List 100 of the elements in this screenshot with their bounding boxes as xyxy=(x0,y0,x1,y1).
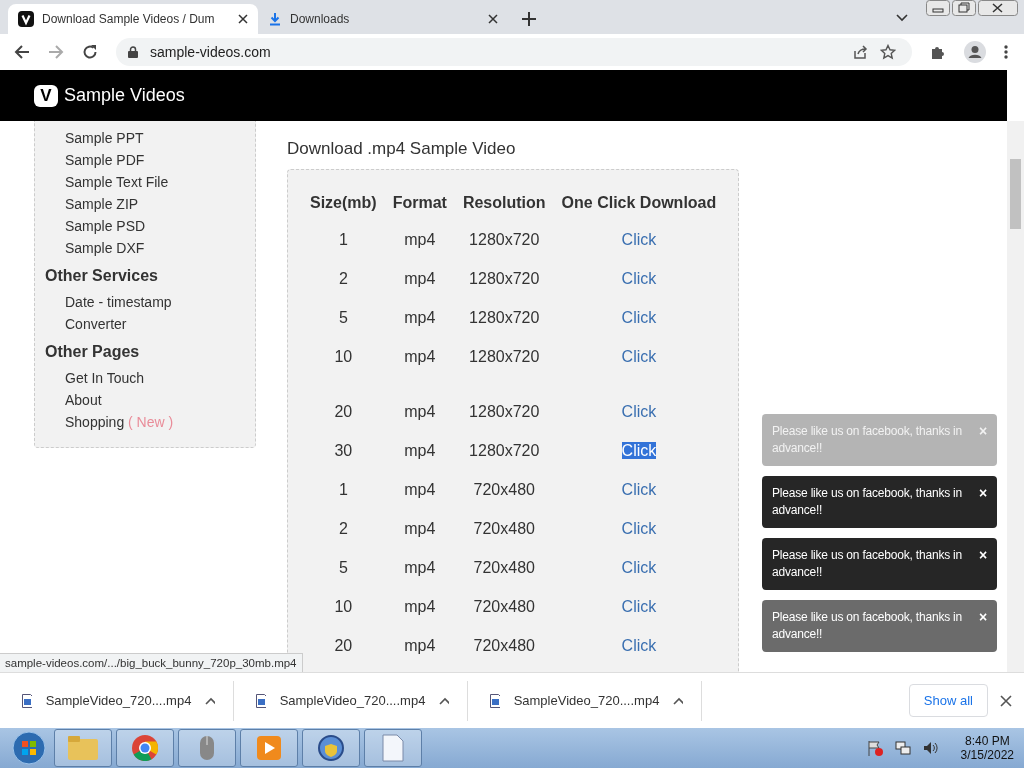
table-cell: mp4 xyxy=(404,636,436,654)
site-name[interactable]: Sample Videos xyxy=(64,85,185,106)
close-icon[interactable] xyxy=(488,14,498,24)
sidebar-link[interactable]: Sample Text File xyxy=(65,174,169,190)
puzzle-icon[interactable] xyxy=(930,44,946,60)
table-cell: 20 xyxy=(334,636,353,654)
close-button[interactable]: × xyxy=(979,547,987,581)
download-item[interactable]: SampleVideo_720....mp4 xyxy=(0,680,234,721)
sidebar-link[interactable]: About xyxy=(65,392,102,408)
table-cell: 720x480 xyxy=(473,558,535,576)
download-item[interactable]: SampleVideo_720....mp4 xyxy=(234,680,468,721)
sidebar-link[interactable]: Sample PDF xyxy=(65,152,145,168)
download-link[interactable]: Click xyxy=(621,347,657,365)
caret-up-icon[interactable] xyxy=(673,696,683,705)
table-cell: 1280x720 xyxy=(469,230,540,248)
share-icon[interactable] xyxy=(852,44,868,60)
sidebar-link[interactable]: Sample PPT xyxy=(65,130,144,146)
table-cell: 5 xyxy=(338,558,348,576)
close-icon[interactable] xyxy=(1000,694,1012,707)
table-cell: mp4 xyxy=(404,597,436,615)
sidebar-link[interactable]: Date - timestamp xyxy=(65,294,172,310)
download-link[interactable]: Click xyxy=(621,636,657,654)
column-header: Size(mb) xyxy=(309,193,378,213)
flag-icon[interactable] xyxy=(866,740,883,756)
close-icon[interactable] xyxy=(978,0,1018,16)
globe-shield-icon[interactable] xyxy=(317,734,345,762)
table-cell: 1280x720 xyxy=(469,402,540,420)
download-link[interactable]: Click xyxy=(621,441,657,459)
scrollbar[interactable] xyxy=(1007,121,1024,672)
close-button[interactable]: × xyxy=(979,609,987,643)
site-logo-icon xyxy=(18,11,34,27)
sidebar-link[interactable]: Shopping xyxy=(65,414,125,430)
table-cell: 1280x720 xyxy=(469,441,540,459)
download-link[interactable]: Click xyxy=(621,597,657,615)
table-cell: 720x480 xyxy=(473,480,535,498)
table-cell: mp4 xyxy=(404,558,436,576)
sidebar-link[interactable]: Sample PSD xyxy=(65,218,146,234)
address-bar[interactable]: sample-videos.com xyxy=(116,38,912,66)
download-link[interactable]: Click xyxy=(621,480,657,498)
download-item[interactable]: SampleVideo_720....mp4 xyxy=(468,680,702,721)
reload-icon[interactable] xyxy=(82,44,98,60)
profile-icon[interactable] xyxy=(964,41,986,63)
minimize-icon[interactable] xyxy=(926,0,950,16)
file-icon xyxy=(22,693,32,708)
close-button[interactable]: × xyxy=(979,485,987,519)
table-cell: mp4 xyxy=(404,480,436,498)
table-cell: 2 xyxy=(338,269,348,287)
sidebar-link[interactable]: Sample DXF xyxy=(65,240,145,256)
column-header: One Click Download xyxy=(560,193,718,213)
table-cell: mp4 xyxy=(404,441,436,459)
star-icon[interactable] xyxy=(880,44,896,60)
table-cell: 30 xyxy=(334,441,353,459)
section-heading: Download .mp4 Sample Video xyxy=(287,139,517,159)
speaker-icon[interactable] xyxy=(922,740,939,756)
browser-tab[interactable]: Download Sample Videos / Dum xyxy=(8,4,258,34)
new-tab-icon[interactable] xyxy=(522,12,536,26)
chevron-down-icon[interactable] xyxy=(896,14,908,22)
download-link[interactable]: Click xyxy=(621,308,657,326)
download-link[interactable]: Click xyxy=(621,269,657,287)
sidebar-heading: Other Services xyxy=(45,267,159,285)
table-cell: 1280x720 xyxy=(469,269,540,287)
show-all-button[interactable]: Show all xyxy=(908,684,988,717)
toast-message: Please like us on facebook, thanks in advance!! xyxy=(772,547,964,581)
sidebar-link[interactable]: Get In Touch xyxy=(65,370,145,386)
toast-message: Please like us on facebook, thanks in advance!! xyxy=(772,485,964,519)
download-link[interactable]: Click xyxy=(621,519,657,537)
sidebar-heading: Other Pages xyxy=(45,343,141,361)
table-cell: 1280x720 xyxy=(469,347,540,365)
back-icon[interactable] xyxy=(14,44,30,60)
network-icon[interactable] xyxy=(894,740,911,756)
browser-tab[interactable]: Downloads xyxy=(258,4,508,34)
status-url: sample-videos.com/.../big_buck_bunny_720p_30mb.mp4 xyxy=(0,653,303,672)
restore-icon[interactable] xyxy=(952,0,976,16)
table-cell: 10 xyxy=(334,597,353,615)
clock-date[interactable]: 3/15/2022 xyxy=(960,748,1014,762)
column-header: Resolution xyxy=(461,193,547,213)
table-cell: 20 xyxy=(334,402,353,420)
close-icon[interactable] xyxy=(238,14,248,24)
table-cell: mp4 xyxy=(404,402,436,420)
download-link[interactable]: Click xyxy=(621,402,657,420)
table-cell: 2 xyxy=(338,519,348,537)
new-label: ( New ) xyxy=(128,414,174,430)
table-cell: mp4 xyxy=(404,230,436,248)
table-cell: 1 xyxy=(338,480,348,498)
start-orb-icon[interactable] xyxy=(12,731,46,765)
download-link[interactable]: Click xyxy=(621,230,657,248)
site-logo[interactable]: V xyxy=(34,84,58,107)
tab-title: Download Sample Videos / Dum xyxy=(42,12,216,26)
menu-icon[interactable] xyxy=(1004,44,1008,60)
table-cell: 1 xyxy=(338,230,348,248)
sidebar-link[interactable]: Converter xyxy=(65,316,127,332)
file-icon xyxy=(490,693,500,708)
chrome-icon[interactable] xyxy=(132,735,158,761)
caret-up-icon[interactable] xyxy=(205,696,215,705)
file-icon xyxy=(256,693,266,708)
sidebar-link[interactable]: Sample ZIP xyxy=(65,196,139,212)
download-link[interactable]: Click xyxy=(621,558,657,576)
caret-up-icon[interactable] xyxy=(439,696,449,705)
clock-time[interactable]: 8:40 PM xyxy=(964,734,1010,748)
table-cell: 10 xyxy=(334,347,353,365)
